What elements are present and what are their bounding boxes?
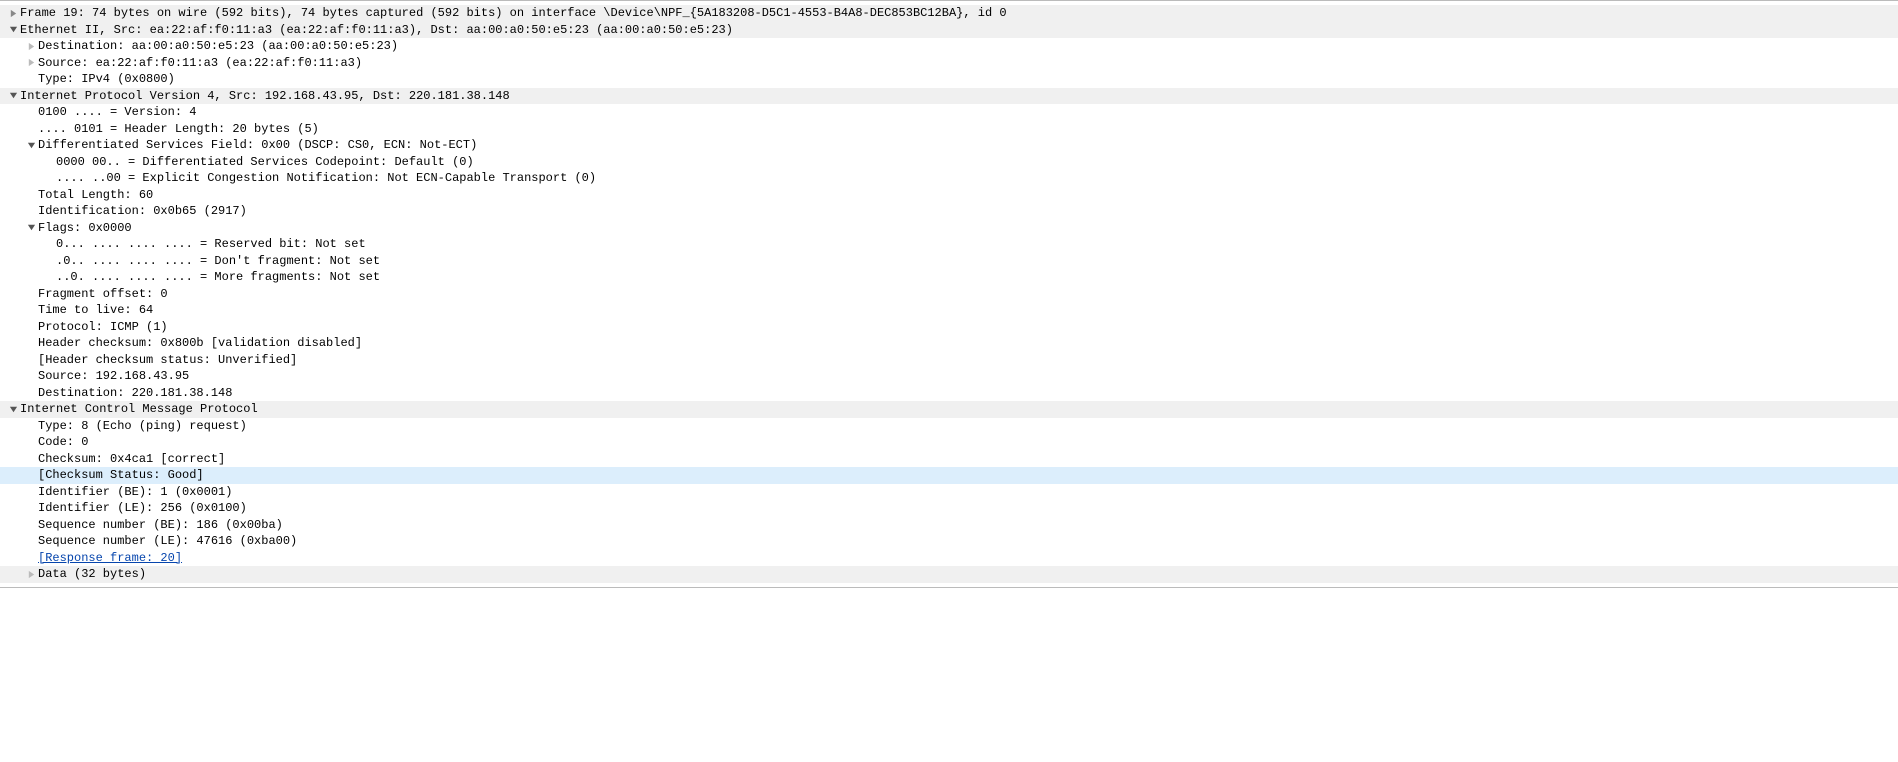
icmp-seqbe[interactable]: Sequence number (BE): 186 (0x00ba) xyxy=(0,517,1898,534)
eth-src-text: Source: ea:22:af:f0:11:a3 (ea:22:af:f0:1… xyxy=(38,56,362,70)
icmp-type[interactable]: Type: 8 (Echo (ping) request) xyxy=(0,418,1898,435)
ip-flag-reserved-text: 0... .... .... .... = Reserved bit: Not … xyxy=(56,237,366,251)
icmp-idle-text: Identifier (LE): 256 (0x0100) xyxy=(38,501,247,515)
ip-dsf-text: Differentiated Services Field: 0x00 (DSC… xyxy=(38,138,477,152)
icmp-data[interactable]: Data (32 bytes) xyxy=(0,566,1898,583)
ip-flag-mf-text: ..0. .... .... .... = More fragments: No… xyxy=(56,270,380,284)
ip-dscp-text: 0000 00.. = Differentiated Services Code… xyxy=(56,155,474,169)
ip-tlen[interactable]: Total Length: 60 xyxy=(0,187,1898,204)
ip-dst[interactable]: Destination: 220.181.38.148 xyxy=(0,385,1898,402)
eth-type[interactable]: Type: IPv4 (0x0800) xyxy=(0,71,1898,88)
ip-id-text: Identification: 0x0b65 (2917) xyxy=(38,204,247,218)
ip-hchk[interactable]: Header checksum: 0x800b [validation disa… xyxy=(0,335,1898,352)
eth-summary-text: Ethernet II, Src: ea:22:af:f0:11:a3 (ea:… xyxy=(20,23,733,37)
eth-dst[interactable]: Destination: aa:00:a0:50:e5:23 (aa:00:a0… xyxy=(0,38,1898,55)
ip-fragoff[interactable]: Fragment offset: 0 xyxy=(0,286,1898,303)
ip-src-text: Source: 192.168.43.95 xyxy=(38,369,189,383)
eth-src[interactable]: Source: ea:22:af:f0:11:a3 (ea:22:af:f0:1… xyxy=(0,55,1898,72)
icmp-code-text: Code: 0 xyxy=(38,435,88,449)
ip-id[interactable]: Identification: 0x0b65 (2917) xyxy=(0,203,1898,220)
response-frame-link[interactable]: [Response frame: 20] xyxy=(38,551,182,565)
icmp-seqle[interactable]: Sequence number (LE): 47616 (0xba00) xyxy=(0,533,1898,550)
chevron-right-icon[interactable] xyxy=(24,42,38,51)
icmp-resp[interactable]: [Response frame: 20] xyxy=(0,550,1898,567)
ip-tlen-text: Total Length: 60 xyxy=(38,188,153,202)
ip-flag-reserved[interactable]: 0... .... .... .... = Reserved bit: Not … xyxy=(0,236,1898,253)
ip-ttl-text: Time to live: 64 xyxy=(38,303,153,317)
ip-src[interactable]: Source: 192.168.43.95 xyxy=(0,368,1898,385)
ip-flag-df-text: .0.. .... .... .... = Don't fragment: No… xyxy=(56,254,380,268)
icmp-data-text: Data (32 bytes) xyxy=(38,567,146,581)
chevron-down-icon[interactable] xyxy=(6,405,20,414)
ip-hchkstat-text: [Header checksum status: Unverified] xyxy=(38,353,297,367)
eth-dst-text: Destination: aa:00:a0:50:e5:23 (aa:00:a0… xyxy=(38,39,398,53)
ip-dsf[interactable]: Differentiated Services Field: 0x00 (DSC… xyxy=(0,137,1898,154)
ip-ecn-text: .... ..00 = Explicit Congestion Notifica… xyxy=(56,171,596,185)
packet-details-pane[interactable]: Frame 19: 74 bytes on wire (592 bits), 7… xyxy=(0,0,1898,588)
eth-summary[interactable]: Ethernet II, Src: ea:22:af:f0:11:a3 (ea:… xyxy=(0,22,1898,39)
ip-fragoff-text: Fragment offset: 0 xyxy=(38,287,168,301)
ip-version-text: 0100 .... = Version: 4 xyxy=(38,105,196,119)
ip-dscp[interactable]: 0000 00.. = Differentiated Services Code… xyxy=(0,154,1898,171)
ip-summary-text: Internet Protocol Version 4, Src: 192.16… xyxy=(20,89,510,103)
icmp-chkstat-text: [Checksum Status: Good] xyxy=(38,468,204,482)
ip-flag-mf[interactable]: ..0. .... .... .... = More fragments: No… xyxy=(0,269,1898,286)
chevron-down-icon[interactable] xyxy=(6,25,20,34)
ip-hchkstat[interactable]: [Header checksum status: Unverified] xyxy=(0,352,1898,369)
icmp-code[interactable]: Code: 0 xyxy=(0,434,1898,451)
icmp-summary-text: Internet Control Message Protocol xyxy=(20,402,258,416)
ip-dst-text: Destination: 220.181.38.148 xyxy=(38,386,232,400)
icmp-summary[interactable]: Internet Control Message Protocol xyxy=(0,401,1898,418)
ip-summary[interactable]: Internet Protocol Version 4, Src: 192.16… xyxy=(0,88,1898,105)
icmp-idbe[interactable]: Identifier (BE): 1 (0x0001) xyxy=(0,484,1898,501)
ip-ttl[interactable]: Time to live: 64 xyxy=(0,302,1898,319)
chevron-right-icon[interactable] xyxy=(24,58,38,67)
icmp-chk-text: Checksum: 0x4ca1 [correct] xyxy=(38,452,225,466)
icmp-idle[interactable]: Identifier (LE): 256 (0x0100) xyxy=(0,500,1898,517)
ip-hlen-text: .... 0101 = Header Length: 20 bytes (5) xyxy=(38,122,319,136)
chevron-right-icon[interactable] xyxy=(6,9,20,18)
chevron-down-icon[interactable] xyxy=(6,91,20,100)
frame-summary-text: Frame 19: 74 bytes on wire (592 bits), 7… xyxy=(20,6,1007,20)
ip-proto[interactable]: Protocol: ICMP (1) xyxy=(0,319,1898,336)
icmp-seqle-text: Sequence number (LE): 47616 (0xba00) xyxy=(38,534,297,548)
icmp-seqbe-text: Sequence number (BE): 186 (0x00ba) xyxy=(38,518,283,532)
ip-hlen[interactable]: .... 0101 = Header Length: 20 bytes (5) xyxy=(0,121,1898,138)
frame-summary[interactable]: Frame 19: 74 bytes on wire (592 bits), 7… xyxy=(0,5,1898,22)
chevron-down-icon[interactable] xyxy=(24,141,38,150)
ip-hchk-text: Header checksum: 0x800b [validation disa… xyxy=(38,336,362,350)
ip-proto-text: Protocol: ICMP (1) xyxy=(38,320,168,334)
eth-type-text: Type: IPv4 (0x0800) xyxy=(38,72,175,86)
ip-version[interactable]: 0100 .... = Version: 4 xyxy=(0,104,1898,121)
chevron-right-icon[interactable] xyxy=(24,570,38,579)
icmp-chkstat[interactable]: [Checksum Status: Good] xyxy=(0,467,1898,484)
ip-flags-text: Flags: 0x0000 xyxy=(38,221,132,235)
ip-ecn[interactable]: .... ..00 = Explicit Congestion Notifica… xyxy=(0,170,1898,187)
icmp-idbe-text: Identifier (BE): 1 (0x0001) xyxy=(38,485,232,499)
ip-flags[interactable]: Flags: 0x0000 xyxy=(0,220,1898,237)
icmp-chk[interactable]: Checksum: 0x4ca1 [correct] xyxy=(0,451,1898,468)
chevron-down-icon[interactable] xyxy=(24,223,38,232)
icmp-type-text: Type: 8 (Echo (ping) request) xyxy=(38,419,247,433)
ip-flag-df[interactable]: .0.. .... .... .... = Don't fragment: No… xyxy=(0,253,1898,270)
